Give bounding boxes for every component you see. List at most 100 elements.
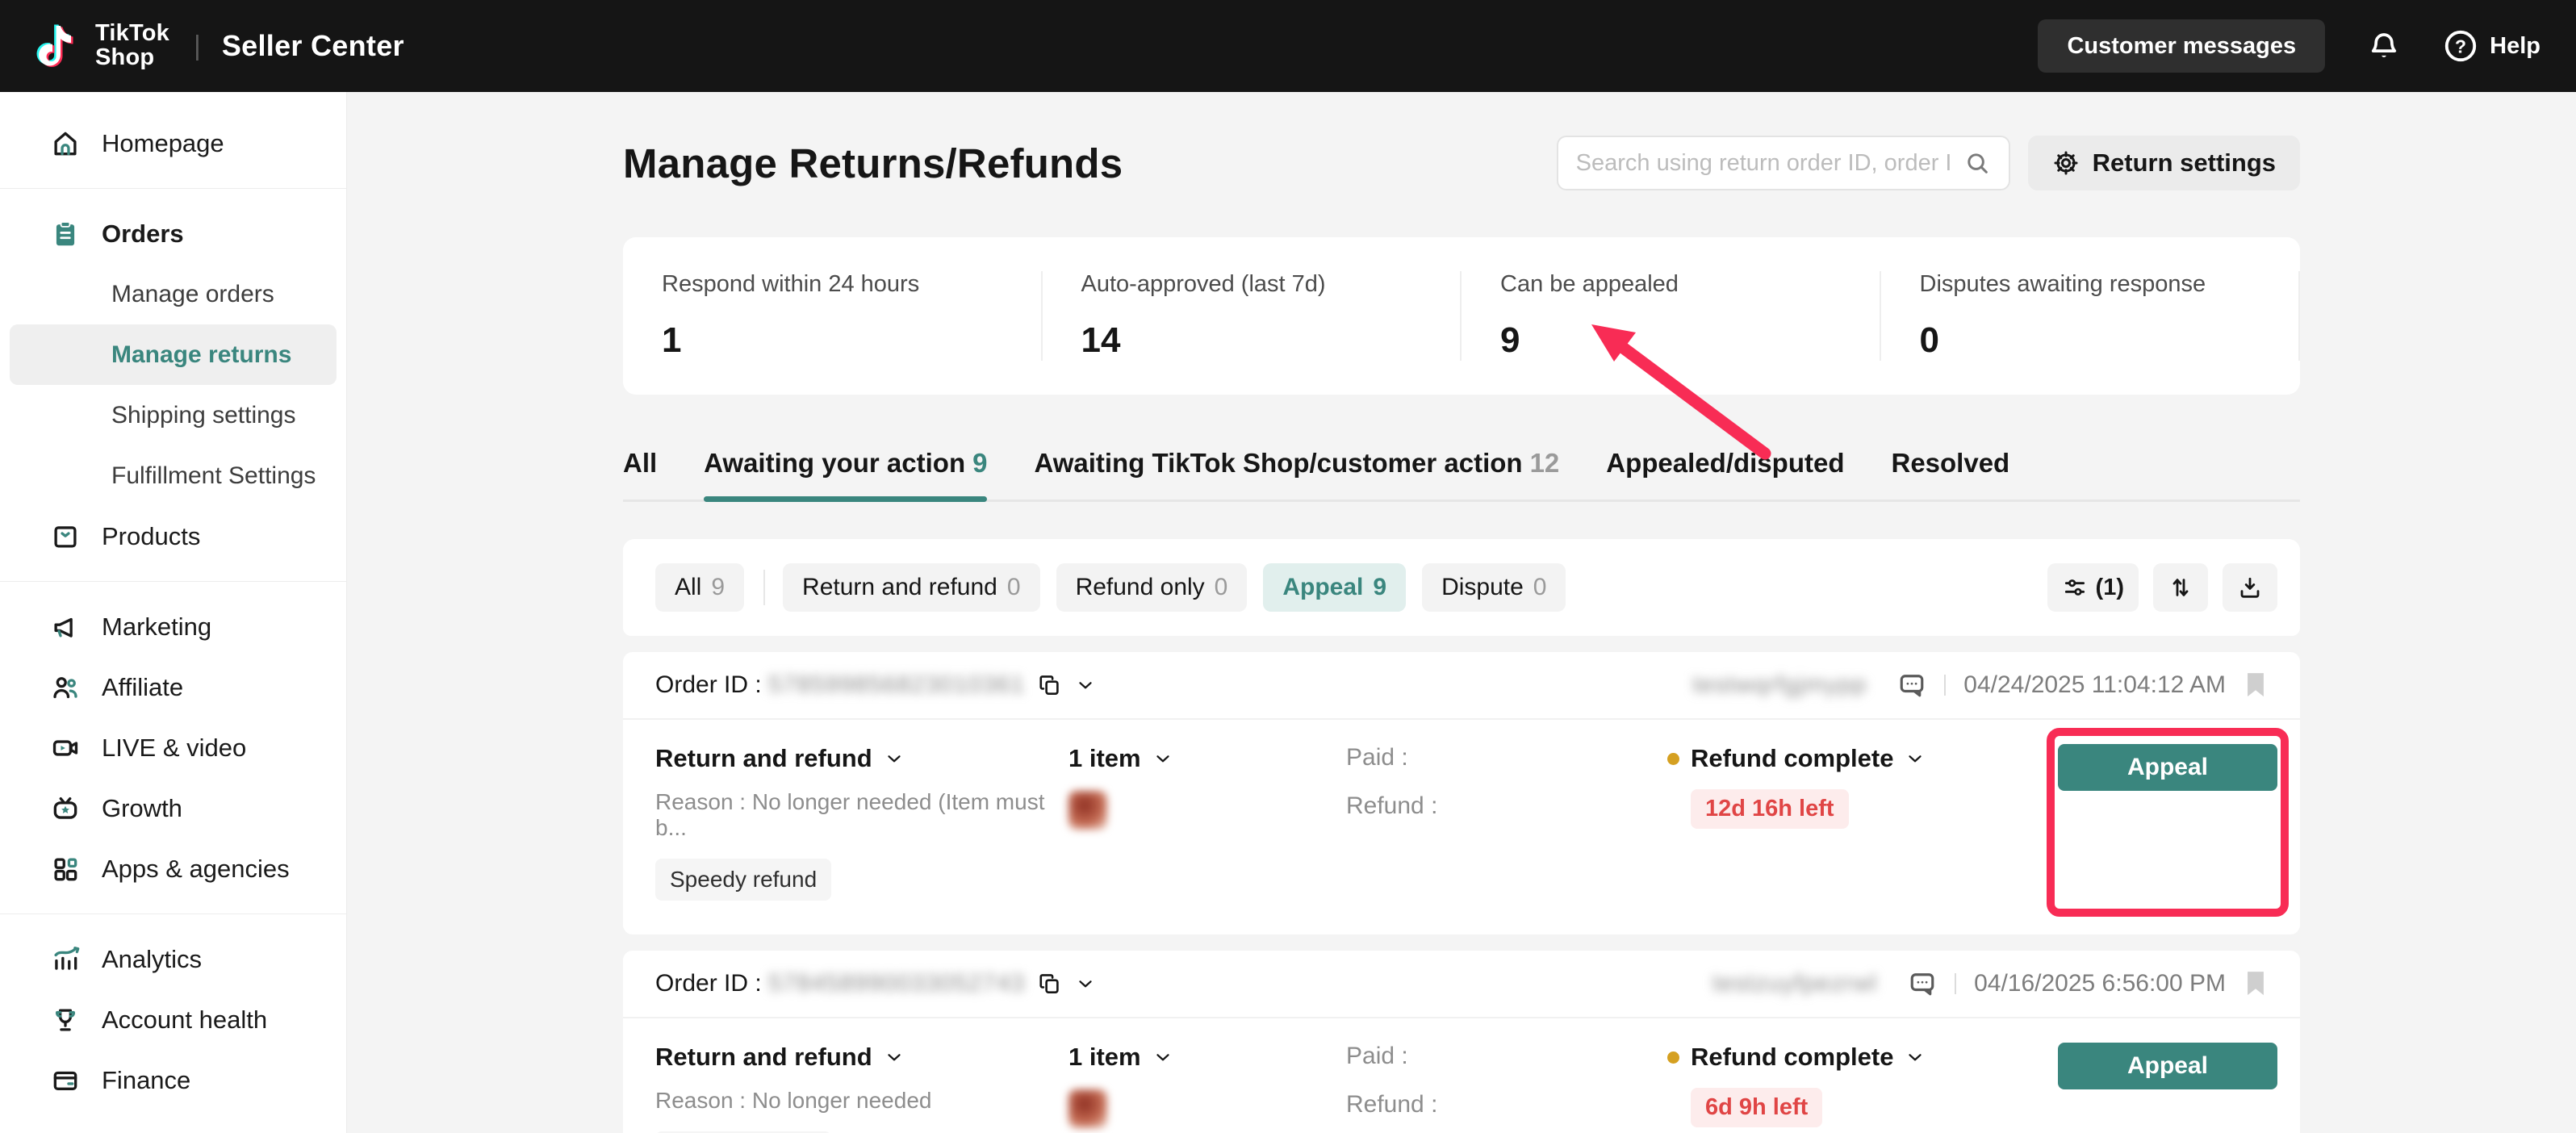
sidebar-item-marketing[interactable]: Marketing	[0, 596, 346, 657]
return-type: Return and refund	[655, 744, 872, 773]
stat-can-be-appealed: Can be appealed 9	[1462, 271, 1881, 361]
sidebar-item-analytics[interactable]: Analytics	[0, 929, 346, 989]
sidebar-item-apps-agencies[interactable]: Apps & agencies	[0, 838, 346, 899]
filter-count-badge: (1)	[2096, 575, 2124, 601]
bell-icon	[2367, 29, 2401, 63]
product-thumbnail-blurred[interactable]	[1068, 791, 1107, 830]
product-thumbnail-blurred[interactable]	[1068, 1089, 1107, 1128]
tab-awaiting-your-action[interactable]: Awaiting your action9	[704, 448, 987, 480]
return-type: Return and refund	[655, 1043, 872, 1072]
chevron-down-icon[interactable]	[1905, 1047, 1926, 1068]
status-dot	[1667, 753, 1679, 765]
chip-all[interactable]: All9	[655, 563, 744, 612]
refund-label: Refund :	[1346, 792, 1667, 820]
appeal-button[interactable]: Appeal	[2058, 1043, 2277, 1089]
chevron-down-icon[interactable]	[884, 1047, 905, 1068]
chevron-down-icon[interactable]	[1075, 675, 1096, 696]
sidebar-label: Marketing	[102, 612, 211, 642]
question-circle-icon: ?	[2443, 28, 2478, 64]
sidebar-label: Homepage	[102, 129, 224, 158]
return-request-date: 04/16/2025 6:56:00 PM	[1974, 970, 2226, 997]
sidebar-item-manage-orders[interactable]: Manage orders	[10, 264, 337, 324]
return-reason: Reason : No longer needed (Item must b..…	[655, 789, 1068, 841]
gear-icon	[2052, 149, 2080, 177]
sidebar-item-fulfillment-settings[interactable]: Fulfillment Settings	[10, 445, 337, 506]
chevron-down-icon[interactable]	[1152, 748, 1173, 769]
chip-refund-only[interactable]: Refund only0	[1056, 563, 1248, 612]
notifications-button[interactable]	[2367, 29, 2401, 63]
help-label: Help	[2490, 33, 2540, 60]
filter-sliders-icon	[2062, 575, 2088, 600]
sidebar-item-growth[interactable]: Growth	[0, 778, 346, 838]
sidebar-item-manage-returns[interactable]: Manage returns	[10, 324, 337, 385]
order-id-label: Order ID :	[655, 671, 762, 699]
chevron-down-icon[interactable]	[1905, 748, 1926, 769]
app-name: Seller Center	[222, 29, 404, 63]
sidebar-label: Orders	[102, 219, 184, 249]
analytics-chart-icon	[50, 944, 81, 975]
sidebar-item-homepage[interactable]: Homepage	[0, 113, 346, 174]
chevron-down-icon[interactable]	[1152, 1047, 1173, 1068]
order-id-value-blurred: 578599856823010361	[768, 671, 1025, 699]
help-button[interactable]: ? Help	[2443, 28, 2540, 64]
sidebar-label: Growth	[102, 794, 182, 823]
chip-dispute[interactable]: Dispute0	[1422, 563, 1566, 612]
copy-icon[interactable]	[1038, 673, 1062, 697]
return-status: Refund complete	[1691, 744, 1893, 773]
sort-button[interactable]	[2153, 563, 2208, 612]
sidebar-item-products[interactable]: Products	[0, 506, 346, 566]
bookmark-icon[interactable]	[2244, 671, 2268, 699]
filter-button[interactable]: (1)	[2047, 563, 2139, 612]
svg-text:?: ?	[2455, 36, 2466, 56]
home-icon	[50, 128, 81, 159]
returns-stats-card: Respond within 24 hours 1 Auto-approved …	[623, 237, 2300, 395]
brand-separator: |	[194, 31, 201, 62]
return-order-card: Order ID : 578458990033052743 testzuyfpe…	[623, 951, 2300, 1133]
status-dot	[1667, 1051, 1679, 1064]
sidebar-item-account-health[interactable]: Account health	[0, 989, 346, 1050]
buyer-username-blurred: testzuyfpezrwl	[1712, 970, 1877, 997]
sidebar-label: Account health	[102, 1005, 267, 1035]
stat-auto-approved: Auto-approved (last 7d) 14	[1043, 271, 1462, 361]
header-divider	[1955, 973, 1956, 994]
bookmark-icon[interactable]	[2244, 970, 2268, 997]
copy-icon[interactable]	[1038, 972, 1062, 996]
sidebar-item-affiliate[interactable]: Affiliate	[0, 657, 346, 717]
page-title: Manage Returns/Refunds	[623, 140, 1123, 187]
order-body: Return and refund Reason : No longer nee…	[623, 1018, 2300, 1133]
sidebar-item-live-video[interactable]: LIVE & video	[0, 717, 346, 778]
status-tabs: All Awaiting your action9 Awaiting TikTo…	[623, 448, 2300, 502]
orders-clipboard-icon	[50, 219, 81, 249]
header-divider	[1944, 675, 1946, 696]
customer-messages-button[interactable]: Customer messages	[2038, 19, 2325, 73]
appeal-button[interactable]: Appeal	[2058, 744, 2277, 791]
tiktok-shop-logo[interactable]: TikTok Shop	[36, 21, 169, 71]
tab-all[interactable]: All	[623, 448, 657, 480]
chat-icon[interactable]	[1897, 671, 1926, 700]
time-left-badge: 6d 9h left	[1691, 1088, 1822, 1127]
sidebar-item-orders[interactable]: Orders	[0, 203, 346, 264]
time-left-badge: 12d 16h left	[1691, 789, 1849, 829]
search-input[interactable]	[1576, 150, 1963, 177]
tab-appealed-disputed[interactable]: Appealed/disputed	[1606, 448, 1844, 480]
item-count: 1 item	[1068, 744, 1141, 773]
order-header: Order ID : 578599856823010361 testwqrfgj…	[623, 652, 2300, 720]
export-button[interactable]	[2223, 563, 2277, 612]
tab-awaiting-tiktok-customer-action[interactable]: Awaiting TikTok Shop/customer action12	[1034, 448, 1559, 480]
tab-resolved[interactable]: Resolved	[1891, 448, 2009, 480]
sidebar-item-shipping-settings[interactable]: Shipping settings	[10, 385, 337, 445]
buyer-username-blurred: testwqrfgjmypp	[1693, 671, 1867, 699]
sidebar-label: Finance	[102, 1066, 190, 1095]
chip-appeal[interactable]: Appeal9	[1263, 563, 1406, 612]
top-bar: TikTok Shop | Seller Center Customer mes…	[0, 0, 2576, 92]
chat-icon[interactable]	[1908, 969, 1937, 998]
search-icon[interactable]	[1963, 149, 1991, 177]
return-settings-button[interactable]: Return settings	[2028, 136, 2300, 190]
chevron-down-icon[interactable]	[1075, 973, 1096, 994]
chip-return-and-refund[interactable]: Return and refund0	[783, 563, 1040, 612]
chevron-down-icon[interactable]	[884, 748, 905, 769]
sidebar-label: Affiliate	[102, 673, 183, 702]
order-body: Return and refund Reason : No longer nee…	[623, 720, 2300, 934]
apps-grid-icon	[50, 854, 81, 884]
sidebar-item-finance[interactable]: Finance	[0, 1050, 346, 1110]
